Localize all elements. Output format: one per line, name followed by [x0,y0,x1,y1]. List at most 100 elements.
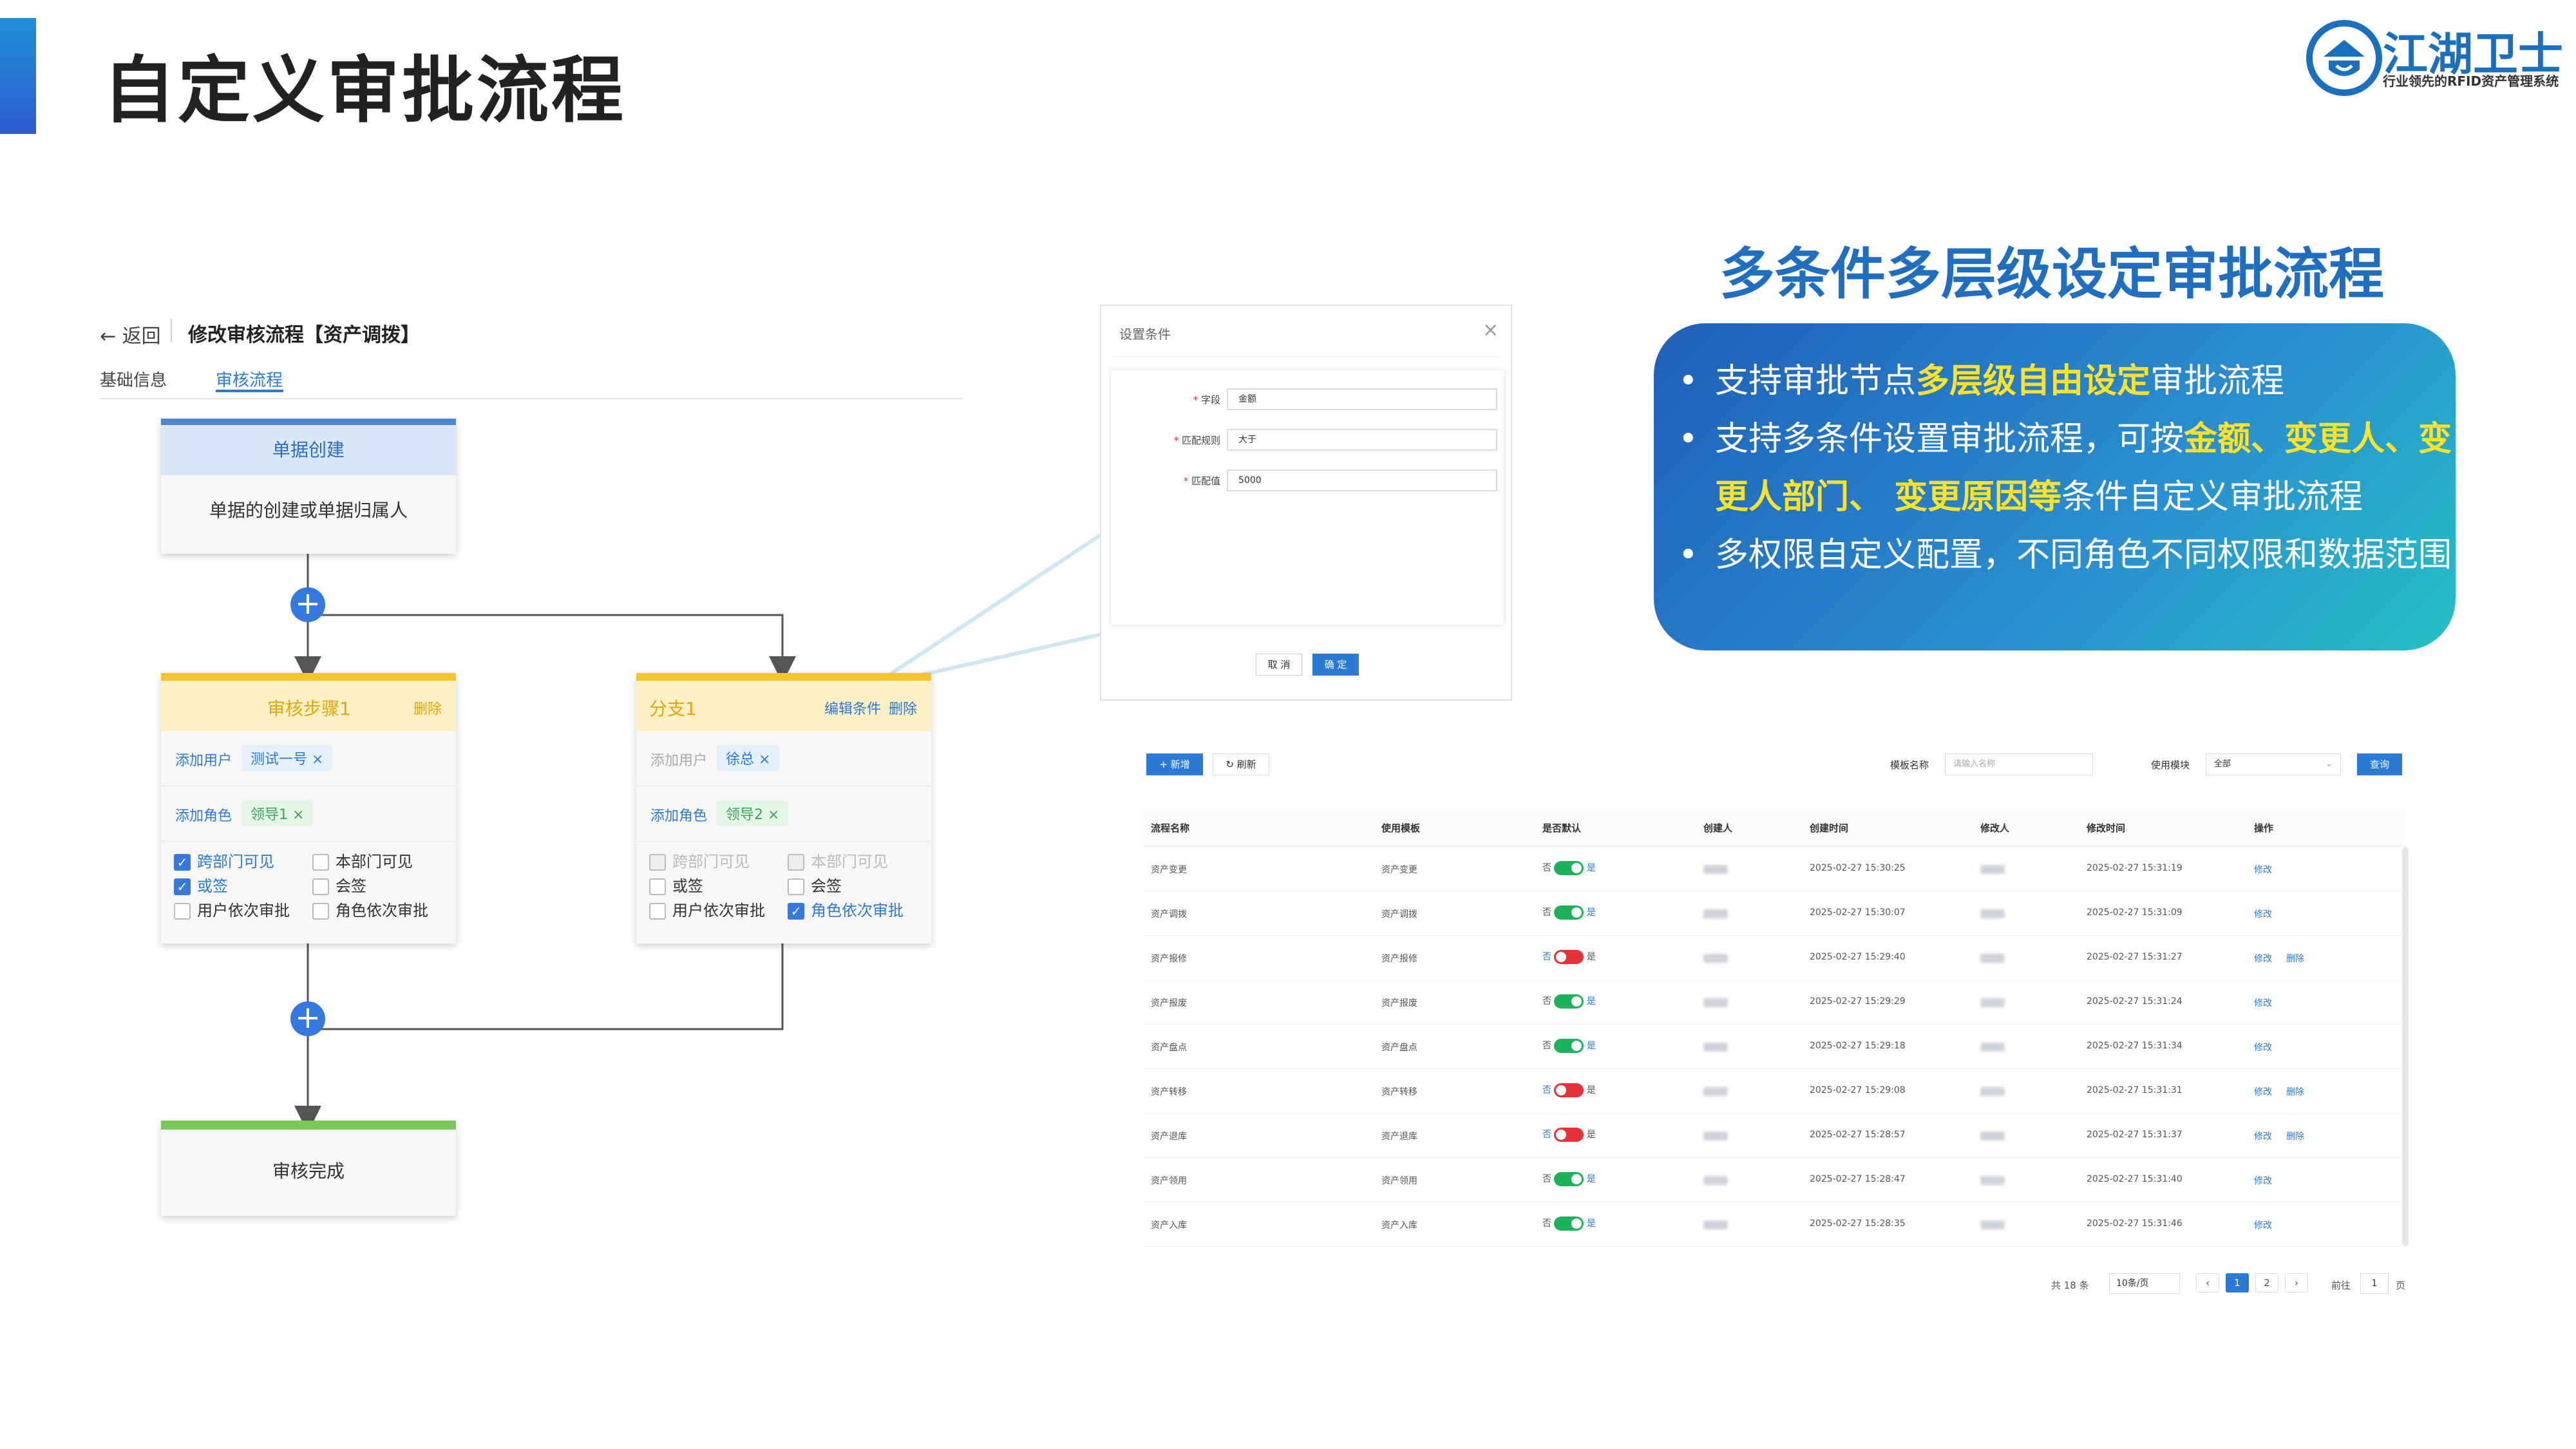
page-size-select[interactable]: 10条/页 [2109,1273,2180,1294]
checkbox[interactable] [649,878,666,895]
creator-redacted [1703,1176,1728,1185]
checkbox[interactable]: ✓ [174,854,191,871]
add-node-button[interactable]: + [290,1001,325,1036]
option-cross-dept[interactable]: ✓ 跨部门可见 [174,849,312,874]
default-toggle[interactable]: 否 是 [1542,905,1596,920]
toggle-switch[interactable] [1554,950,1584,964]
edit-condition-link[interactable]: 编辑条件 [824,697,881,718]
table-row: 资产变更 资产变更 否 是 2025-02-27 15:30:25 2025-02-27… [1143,847,2402,891]
edit-link[interactable]: 修改 [2254,1085,2272,1098]
end-node-card[interactable]: 审核完成 [161,1121,456,1216]
checkbox[interactable] [788,854,804,871]
field-select[interactable]: 金额 [1227,388,1497,410]
close-icon[interactable]: × [759,752,770,768]
toggle-switch[interactable] [1554,1039,1584,1053]
prev-page-button[interactable]: ‹ [2196,1273,2219,1293]
toggle-switch[interactable] [1554,861,1584,875]
cell-modified: 2025-02-27 15:31:46 [2087,1218,2183,1229]
approval-step-card[interactable]: 审核步骤1 删除 添加用户 测试一号 × 添加角色 领导1 × ✓ 跨部门可见 本部… [161,673,456,943]
option-user-sequential[interactable]: 用户依次审批 [174,898,312,923]
option-or-sign[interactable]: 或签 [649,874,788,898]
checkbox[interactable]: ✓ [788,903,804,920]
role-tag[interactable]: 领导2 × [717,800,789,826]
default-toggle[interactable]: 否 是 [1542,1128,1596,1142]
edit-link[interactable]: 修改 [2254,907,2272,920]
close-icon[interactable]: × [768,807,779,823]
close-icon[interactable]: × [1482,319,1499,341]
close-icon[interactable]: × [312,752,323,768]
value-input[interactable]: 5000 [1227,469,1497,491]
cell-modified: 2025-02-27 15:31:19 [2087,863,2183,873]
option-role-sequential[interactable]: ✓ 角色依次审批 [788,902,904,920]
toggle-switch[interactable] [1554,1172,1584,1186]
step-delete-link[interactable]: 删除 [413,697,442,718]
close-icon[interactable]: × [292,807,304,823]
add-button[interactable]: + 新增 [1146,753,1203,775]
add-user-link[interactable]: 添加用户 [650,749,707,770]
default-toggle[interactable]: 否 是 [1542,1039,1596,1053]
checkbox[interactable] [312,903,329,920]
delete-link[interactable]: 删除 [2286,1085,2304,1098]
branch-delete-link[interactable]: 删除 [889,697,917,718]
table-scrollbar[interactable] [2402,847,2409,1246]
default-toggle[interactable]: 否 是 [1542,994,1596,1009]
start-node-card[interactable]: 单据创建 单据的创建或单据归属人 [161,419,456,554]
confirm-button[interactable]: 确 定 [1312,654,1359,676]
default-toggle[interactable]: 否 是 [1542,861,1596,875]
toggle-switch[interactable] [1554,994,1584,1009]
checkbox[interactable] [788,878,804,895]
checkbox[interactable] [312,854,329,871]
user-tag[interactable]: 测试一号 × [242,745,333,771]
option-or-sign[interactable]: ✓ 或签 [174,874,312,898]
checkbox[interactable] [312,878,329,895]
branch-card[interactable]: 分支1 编辑条件 删除 添加用户 徐总 × 添加角色 领导2 × 跨部门可见 本部… [636,673,931,943]
toggle-switch[interactable] [1554,1083,1584,1097]
refresh-button[interactable]: ↻ 刷新 [1213,753,1269,775]
edit-link[interactable]: 修改 [2254,1130,2272,1142]
next-page-button[interactable]: › [2285,1273,2308,1293]
add-role-link[interactable]: 添加角色 [650,804,707,825]
option-role-sequential[interactable]: 角色依次审批 [312,902,428,920]
toggle-switch[interactable] [1554,1217,1584,1231]
delete-link[interactable]: 删除 [2286,952,2304,965]
toggle-switch[interactable] [1554,905,1584,920]
edit-link[interactable]: 修改 [2254,1218,2272,1231]
cancel-button[interactable]: 取 消 [1256,654,1302,676]
add-role-link[interactable]: 添加角色 [175,804,232,825]
cell-modified: 2025-02-27 15:31:34 [2087,1041,2183,1051]
option-same-dept[interactable]: 本部门可见 [312,853,413,871]
checkbox[interactable]: ✓ [174,878,191,895]
option-same-dept[interactable]: 本部门可见 [788,853,888,871]
page-1[interactable]: 1 [2226,1273,2249,1293]
delete-link[interactable]: 删除 [2286,1130,2304,1142]
goto-input[interactable]: 1 [2360,1273,2389,1294]
modifier-redacted [1980,954,2005,963]
default-toggle[interactable]: 否 是 [1542,1172,1596,1186]
option-user-sequential[interactable]: 用户依次审批 [649,898,788,923]
page-2[interactable]: 2 [2255,1273,2278,1293]
edit-link[interactable]: 修改 [2254,996,2272,1009]
add-user-link[interactable]: 添加用户 [175,749,232,770]
search-button[interactable]: 查询 [2357,753,2402,775]
checkbox[interactable] [649,903,666,920]
option-cross-dept[interactable]: 跨部门可见 [649,849,788,874]
rule-select[interactable]: 大于 [1227,429,1497,451]
default-toggle[interactable]: 否 是 [1542,1083,1596,1097]
checkbox[interactable] [174,903,191,920]
edit-link[interactable]: 修改 [2254,952,2272,965]
add-node-button[interactable]: + [290,587,325,622]
edit-link[interactable]: 修改 [2254,1174,2272,1187]
edit-link[interactable]: 修改 [2254,1041,2272,1054]
edit-link[interactable]: 修改 [2254,863,2272,876]
role-tag[interactable]: 领导1 × [242,800,314,826]
toggle-switch[interactable] [1554,1128,1584,1142]
module-select[interactable]: 全部 ⌄ [2206,753,2341,775]
user-tag[interactable]: 徐总 × [717,745,780,771]
default-toggle[interactable]: 否 是 [1542,1217,1596,1231]
template-input[interactable]: 请输入名称 [1945,753,2093,775]
option-co-sign[interactable]: 会签 [312,877,366,895]
total-count: 共 18 条 [2051,1280,2089,1291]
option-co-sign[interactable]: 会签 [788,877,842,895]
default-toggle[interactable]: 否 是 [1542,950,1596,964]
checkbox[interactable] [649,854,666,871]
